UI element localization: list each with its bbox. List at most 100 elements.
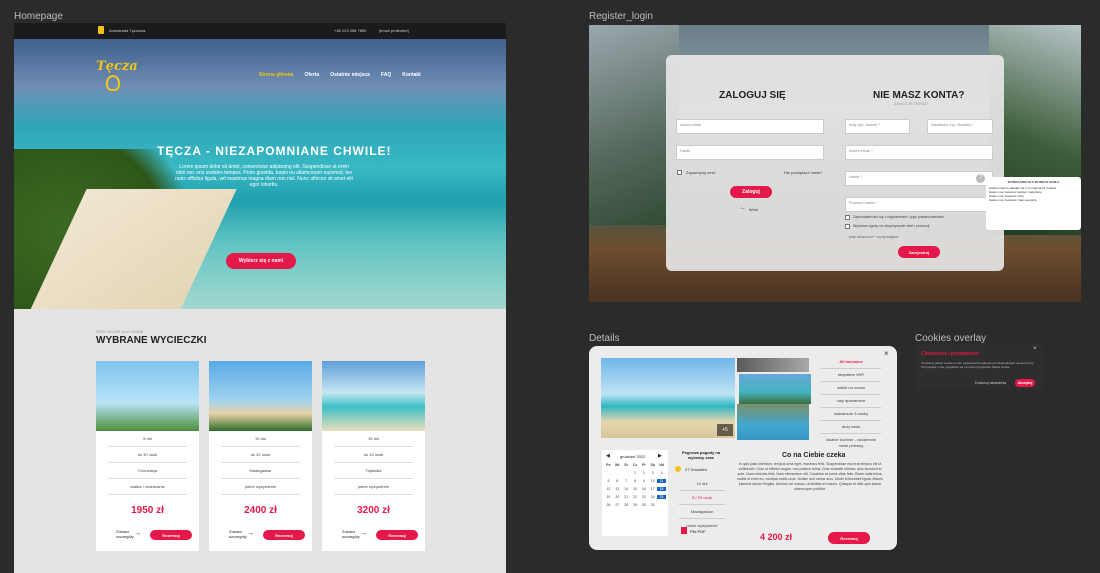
- calendar-day[interactable]: 19: [604, 495, 613, 499]
- frame-label-register: Register_login: [589, 11, 653, 22]
- nav-home[interactable]: Strona główna: [259, 72, 293, 78]
- calendar-day: [604, 471, 613, 475]
- login-email-input[interactable]: Adres email: [676, 119, 824, 134]
- back-link[interactable]: Wróć: [749, 207, 758, 212]
- hero-text: Lorem ipsum dolor sit amet, consectetur …: [175, 164, 353, 188]
- calendar-day[interactable]: 7: [622, 479, 631, 483]
- calendar-day[interactable]: 9: [639, 479, 648, 483]
- calendar-day[interactable]: 4: [657, 471, 666, 475]
- calendar-day[interactable]: 6: [613, 479, 622, 483]
- calendar-day[interactable]: 23: [639, 495, 648, 499]
- nav-faq[interactable]: FAQ: [381, 72, 391, 78]
- details-modal: × +5 All inclusive bezpłatne WiFi widok …: [589, 346, 897, 550]
- register-password-input[interactable]: Hasło *: [845, 171, 993, 186]
- prev-month-icon[interactable]: ◀: [606, 453, 610, 459]
- close-icon[interactable]: ×: [1033, 346, 1037, 352]
- topbar-phone[interactable]: +48 123 456 7890: [334, 28, 366, 33]
- calendar-day[interactable]: 31: [648, 503, 657, 507]
- calendar-day[interactable]: 17: [648, 487, 657, 491]
- arrow-right-icon[interactable]: →: [247, 530, 254, 537]
- cookie-accept-button[interactable]: Akceptuj: [1015, 379, 1035, 387]
- trip-price: 2400 zł: [244, 505, 277, 516]
- close-icon[interactable]: ×: [884, 349, 889, 358]
- nav-offer[interactable]: Oferta: [304, 72, 319, 78]
- arrow-right-icon[interactable]: →: [360, 530, 367, 537]
- homepage-frame: Autostrada Tęczowa +48 123 456 7890 [ema…: [14, 23, 506, 573]
- calendar-day[interactable]: 21: [622, 495, 631, 499]
- calendar-day[interactable]: 28: [622, 503, 631, 507]
- last-name-input[interactable]: Nazwisko (np. Nowak) *: [927, 119, 993, 134]
- calendar-day[interactable]: 30: [639, 503, 648, 507]
- calendar-day[interactable]: 3: [648, 471, 657, 475]
- see-details-link[interactable]: Zobacz szczegóły: [116, 529, 134, 539]
- trip-image[interactable]: [209, 361, 312, 431]
- trip-image[interactable]: [96, 361, 199, 431]
- calendar-day[interactable]: 12: [604, 487, 613, 491]
- thumb-photo[interactable]: [737, 358, 809, 372]
- calendar-day[interactable]: 11: [657, 479, 666, 483]
- see-details-link[interactable]: Zobacz szczegóły: [229, 529, 247, 539]
- pdf-link[interactable]: Plik PDF: [690, 529, 706, 534]
- register-email-input[interactable]: Adres email *: [845, 145, 993, 160]
- reserve-button[interactable]: Rezerwuj: [263, 530, 305, 540]
- terms-checkbox[interactable]: [845, 215, 850, 220]
- info-icon[interactable]: ?: [976, 174, 985, 183]
- calendar-day[interactable]: 18: [657, 487, 666, 491]
- trip-image[interactable]: [322, 361, 425, 431]
- login-password-input[interactable]: Hasło: [676, 145, 824, 160]
- calendar-day[interactable]: 15: [631, 487, 640, 491]
- see-details-link[interactable]: Zobacz szczegóły: [342, 529, 360, 539]
- cookie-settings-link[interactable]: Dostosuj ustawienia: [975, 381, 1006, 385]
- first-name-input[interactable]: Imię (np. Adam) *: [845, 119, 910, 134]
- reserve-button[interactable]: Rezerwuj: [376, 530, 418, 540]
- calendar-day[interactable]: 24: [648, 495, 657, 499]
- next-month-icon[interactable]: ▶: [658, 453, 662, 459]
- calendar-day[interactable]: 22: [631, 495, 640, 499]
- more-photos-badge[interactable]: +5: [717, 424, 733, 436]
- feature-item: maksimum 3 osoby: [821, 408, 881, 421]
- calendar-day[interactable]: 29: [631, 503, 640, 507]
- main-photo[interactable]: [601, 358, 735, 438]
- hero-cta-button[interactable]: Wybierz się z nami: [226, 253, 296, 269]
- calendar-day[interactable]: 14: [622, 487, 631, 491]
- thumb-photo[interactable]: [739, 374, 811, 404]
- calendar-day[interactable]: 20: [613, 495, 622, 499]
- topbar-email[interactable]: [email protected]: [379, 28, 409, 33]
- thumb-photo[interactable]: [737, 404, 809, 440]
- calendar-day[interactable]: 13: [613, 487, 622, 491]
- frame-label-cookies: Cookies overlay: [915, 333, 987, 344]
- calendar-day[interactable]: 27: [613, 503, 622, 507]
- calendar-day[interactable]: 2: [639, 471, 648, 475]
- nav-contact[interactable]: Kontakt: [402, 72, 421, 78]
- logo[interactable]: Tęcza: [96, 59, 138, 74]
- calendar-day[interactable]: 10: [648, 479, 657, 483]
- register-button[interactable]: Zarejestruj: [898, 246, 940, 258]
- frame-label-details: Details: [589, 333, 620, 344]
- calendar-day[interactable]: 5: [604, 479, 613, 483]
- description-title: Co na Ciebie czeka: [782, 452, 846, 459]
- trip-days: 5 dni: [108, 431, 187, 447]
- login-title: ZALOGUJ SIĘ: [719, 90, 786, 101]
- details-price: 4 200 zł: [760, 532, 793, 542]
- login-button[interactable]: Zaloguj: [730, 186, 772, 198]
- calendar-day[interactable]: 26: [604, 503, 613, 507]
- calendar-day[interactable]: 25: [657, 495, 666, 499]
- calendar-day[interactable]: 8: [631, 479, 640, 483]
- pdf-icon[interactable]: [681, 527, 687, 534]
- nav-last-places[interactable]: Ostatnie miejsca: [330, 72, 370, 78]
- arrow-left-icon[interactable]: ←: [740, 205, 746, 211]
- newsletter-checkbox[interactable]: [845, 224, 850, 229]
- arrow-right-icon[interactable]: →: [134, 530, 141, 537]
- tooltip-title: WYMAGANIA DLA SILNEGO HASŁA: [1007, 180, 1060, 184]
- forgot-password-link[interactable]: Nie pamiętasz hasła?: [784, 170, 822, 175]
- details-reserve-button[interactable]: Rezerwuj: [828, 532, 870, 544]
- calendar-day[interactable]: 16: [639, 487, 648, 491]
- trip-info-people: 5 / 20 osób: [679, 491, 725, 505]
- reserve-button[interactable]: Rezerwuj: [150, 530, 192, 540]
- calendar-day: [622, 471, 631, 475]
- remember-checkbox[interactable]: [677, 170, 682, 175]
- calendar-day[interactable]: 1: [631, 471, 640, 475]
- trip-people: do 15 osób: [334, 447, 413, 463]
- main-nav: Strona główna Oferta Ostatnie miejsca FA…: [259, 72, 421, 78]
- repeat-password-input[interactable]: Powtórz hasło *: [845, 197, 993, 212]
